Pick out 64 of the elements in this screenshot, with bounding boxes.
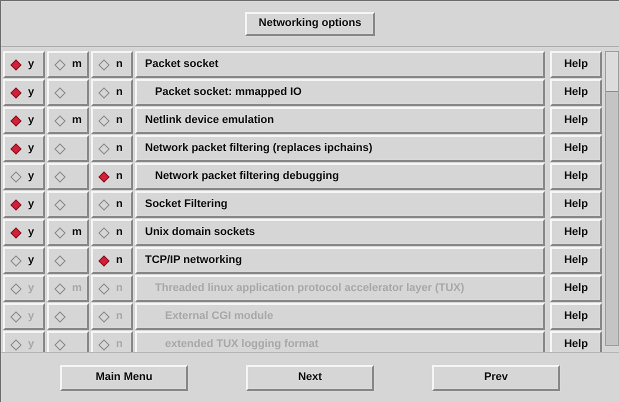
radio-icon[interactable] — [54, 170, 66, 182]
radio-icon[interactable] — [10, 254, 22, 266]
option-title: Socket Filtering — [145, 197, 228, 212]
option-label: m — [72, 225, 82, 240]
radio-icon[interactable] — [54, 254, 66, 266]
radio-selected-icon[interactable] — [10, 226, 22, 238]
radio-icon[interactable] — [98, 142, 110, 154]
option-label: n — [116, 141, 123, 156]
option-title: Packet socket: mmapped IO — [154, 85, 302, 100]
scrollbar[interactable] — [605, 51, 619, 346]
radio-icon[interactable] — [54, 86, 66, 98]
option-title: TCP/IP networking — [145, 253, 242, 268]
radio-icon[interactable] — [10, 170, 22, 182]
radio-selected-icon[interactable] — [10, 86, 22, 98]
help-button[interactable]: Help — [550, 79, 602, 106]
option-label: y — [28, 225, 34, 240]
option-title: Network packet filtering debugging — [154, 169, 339, 184]
option-title: Network packet filtering (replaces ipchains) — [145, 141, 372, 156]
option-label: y — [28, 169, 34, 184]
option-title: Unix domain sockets — [145, 225, 256, 240]
radio-selected-icon[interactable] — [10, 58, 22, 70]
radio-icon[interactable] — [98, 58, 110, 70]
option-label: y — [28, 85, 34, 100]
option-label: y — [28, 57, 34, 72]
help-button[interactable]: Help — [550, 163, 602, 190]
option-label: m — [72, 113, 82, 128]
option-label: n — [116, 85, 123, 100]
help-button[interactable]: Help — [550, 51, 602, 78]
option-label: y — [28, 253, 34, 268]
radio-icon[interactable] — [98, 86, 110, 98]
radio-icon[interactable] — [98, 114, 110, 126]
nav-button[interactable]: Next — [246, 364, 374, 390]
option-label: n — [116, 57, 123, 72]
option-label: n — [116, 197, 123, 212]
help-button[interactable]: Help — [550, 135, 602, 162]
nav-button[interactable]: Main Menu — [60, 364, 188, 390]
radio-selected-icon[interactable] — [98, 170, 110, 182]
option-label: y — [28, 197, 34, 212]
radio-icon[interactable] — [54, 58, 66, 70]
radio-selected-icon[interactable] — [10, 198, 22, 210]
option-label: y — [28, 141, 34, 156]
help-button[interactable]: Help — [550, 107, 602, 134]
option-label: m — [72, 57, 82, 72]
radio-selected-icon[interactable] — [98, 254, 110, 266]
nav-button[interactable]: Prev — [432, 364, 560, 390]
option-label: n — [116, 225, 123, 240]
option-label: n — [116, 169, 123, 184]
radio-selected-icon[interactable] — [10, 142, 22, 154]
radio-icon[interactable] — [98, 198, 110, 210]
help-button[interactable]: Help — [550, 247, 602, 274]
option-label: n — [116, 113, 123, 128]
radio-selected-icon[interactable] — [10, 114, 22, 126]
radio-icon[interactable] — [54, 226, 66, 238]
radio-icon[interactable] — [54, 114, 66, 126]
radio-icon[interactable] — [54, 142, 66, 154]
section-title-button[interactable]: Networking options — [244, 12, 376, 36]
option-label: y — [28, 113, 34, 128]
option-title: Packet socket — [145, 57, 218, 72]
help-button[interactable]: Help — [550, 191, 602, 218]
radio-icon[interactable] — [98, 226, 110, 238]
option-title: Netlink device emulation — [145, 113, 274, 128]
radio-icon[interactable] — [54, 198, 66, 210]
help-button[interactable]: Help — [550, 219, 602, 246]
option-label: n — [116, 253, 123, 268]
